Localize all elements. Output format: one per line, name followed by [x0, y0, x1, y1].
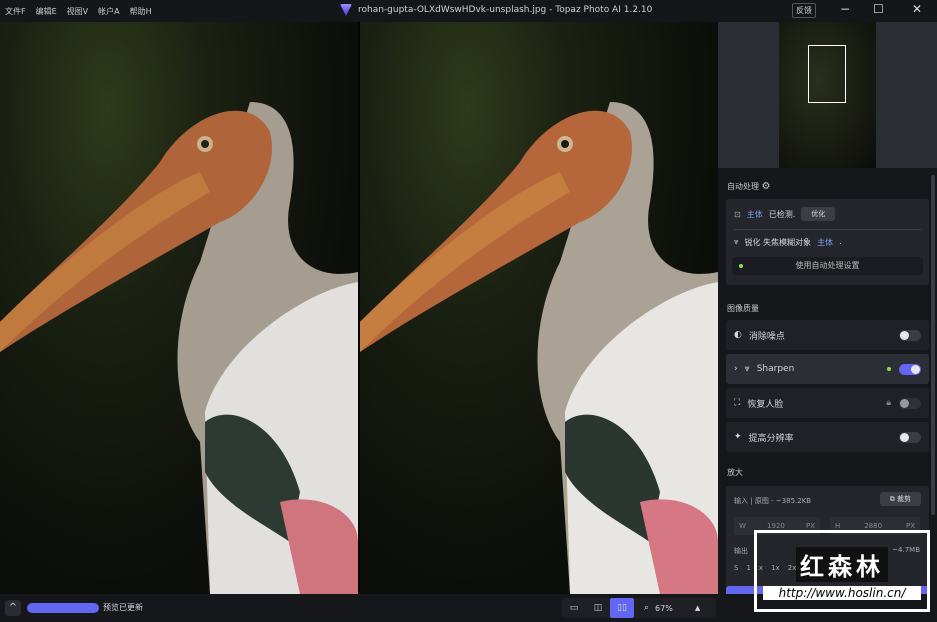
side-by-side-view-icon[interactable]: ▯▯: [610, 598, 634, 618]
use-auto-label: 使用自动处理设置: [795, 261, 860, 270]
menu-help[interactable]: 帮助H: [130, 6, 152, 17]
w-unit: PX: [805, 522, 815, 530]
auto-card: ⊡ 主体 已检测. 优化 ⩔ 锐化 失焦模糊对象 主体. 使用自动处理设置: [726, 199, 929, 285]
subject-label-2: 主体: [817, 238, 834, 247]
processed-preview[interactable]: [360, 22, 718, 594]
maximize-button[interactable]: ☐: [873, 2, 884, 16]
subject-detect-icon: ⊡: [734, 209, 741, 219]
watermark-url: http://www.hoslin.cn/: [763, 586, 921, 600]
menu-view[interactable]: 视图V: [67, 6, 88, 17]
close-button[interactable]: ✕: [912, 2, 922, 16]
h-unit: PX: [905, 522, 915, 530]
detected-label: 已检测.: [768, 209, 796, 219]
status-dot: [739, 264, 743, 268]
crop-label: 裁剪: [897, 495, 911, 503]
denoise-toggle[interactable]: [899, 329, 921, 341]
crop-button[interactable]: ⧉ 裁剪: [879, 492, 921, 506]
subject-label: 主体: [746, 209, 763, 219]
auto-section-heading: 自动处理 ⚙: [727, 181, 771, 192]
input-info: | 原图 - ~385.2KB: [750, 497, 812, 505]
menu-account[interactable]: 帐户A: [98, 6, 119, 17]
zoom-icon[interactable]: ⌕: [644, 603, 649, 613]
scale-input[interactable]: 1: [746, 564, 750, 574]
lock-icon: 🔒︎: [886, 398, 891, 408]
denoise-row[interactable]: ◐ 消除噪点: [726, 320, 929, 350]
divider: [734, 229, 921, 230]
enlarge-heading: 放大: [727, 468, 743, 477]
use-auto-settings-button[interactable]: 使用自动处理设置: [732, 257, 923, 275]
face-recovery-row[interactable]: ⛶ 恢复人脸 🔒︎: [726, 388, 929, 418]
active-dot: [887, 367, 891, 371]
upscale-toggle[interactable]: [899, 431, 921, 443]
output-size: ~4.7MB: [891, 546, 921, 554]
sharpen-icon: ⩔: [744, 364, 750, 374]
side-panel-scrollbar[interactable]: [931, 175, 935, 515]
input-label: 输入: [734, 497, 748, 505]
image-viewer[interactable]: [0, 22, 718, 594]
window-title: rohan-gupta-OLXdWswHDvk-unsplash.jpg - T…: [340, 4, 652, 16]
sparkle-icon: ✦: [734, 432, 742, 442]
scale-label: S: [734, 564, 739, 572]
period: .: [839, 237, 842, 246]
triangle-up-icon[interactable]: ▲: [695, 604, 700, 612]
h-value: 2880: [864, 522, 883, 530]
sharpen-row[interactable]: › ⩔ Sharpen: [726, 354, 929, 384]
navigator-thumbnail[interactable]: [779, 22, 876, 168]
chevron-right-icon[interactable]: ›: [734, 364, 738, 374]
original-preview[interactable]: [0, 22, 358, 594]
w-label: W: [739, 522, 746, 530]
feedback-button[interactable]: 反馈: [792, 3, 816, 18]
sharpen-label: Sharpen: [756, 364, 795, 374]
output-label: 输出: [734, 547, 748, 555]
sharpen-toggle[interactable]: [899, 363, 921, 375]
preview-status: 预览已更新: [103, 603, 143, 612]
sharpen-icon: ⩔: [734, 237, 739, 246]
preview-progress-bar: [27, 603, 99, 613]
gear-icon[interactable]: ⚙: [762, 181, 771, 192]
title-bar: 文件F 编辑E 视图V 帐户A 帮助H rohan-gupta-OLXdWswH…: [0, 0, 937, 22]
navigator-viewport-frame[interactable]: [808, 45, 846, 103]
face-toggle[interactable]: [899, 397, 921, 409]
menu-bar: 文件F 编辑E 视图V 帐户A 帮助H: [0, 6, 152, 17]
chevron-up-icon[interactable]: ^: [5, 600, 21, 616]
sharpen-suggestion: 锐化 失焦模糊对象: [744, 238, 812, 247]
zoom-level[interactable]: 67%: [655, 604, 673, 613]
face-label: 恢复人脸: [747, 399, 784, 410]
denoise-label: 消除噪点: [748, 331, 785, 342]
denoise-icon: ◐: [734, 330, 742, 340]
window-title-text: rohan-gupta-OLXdWswHDvk-unsplash.jpg - T…: [358, 5, 653, 15]
face-icon: ⛶: [734, 398, 741, 408]
navigator[interactable]: [718, 22, 937, 168]
quality-section-heading: 图像质量: [727, 304, 759, 313]
split-view-icon[interactable]: ◫: [586, 603, 610, 613]
upscale-label: 提高分辨率: [748, 433, 794, 444]
minimize-button[interactable]: −: [840, 2, 850, 16]
menu-file[interactable]: 文件F: [5, 6, 26, 17]
topaz-logo-icon: [340, 4, 352, 16]
bird-image-processed: [360, 102, 718, 594]
h-label: H: [835, 522, 841, 530]
watermark: 红森林 http://www.hoslin.cn/: [754, 530, 930, 612]
w-value: 1920: [767, 522, 785, 530]
optimize-button[interactable]: 优化: [801, 207, 836, 221]
upscale-row[interactable]: ✦ 提高分辨率: [726, 422, 929, 452]
watermark-logo: 红森林: [796, 547, 888, 582]
menu-edit[interactable]: 编辑E: [36, 6, 57, 17]
single-view-icon[interactable]: ▭: [562, 603, 586, 613]
side-panel: 自动处理 ⚙ ⊡ 主体 已检测. 优化 ⩔ 锐化 失焦模糊对象 主体. 使用自动…: [718, 22, 937, 616]
bird-image: [0, 102, 358, 594]
